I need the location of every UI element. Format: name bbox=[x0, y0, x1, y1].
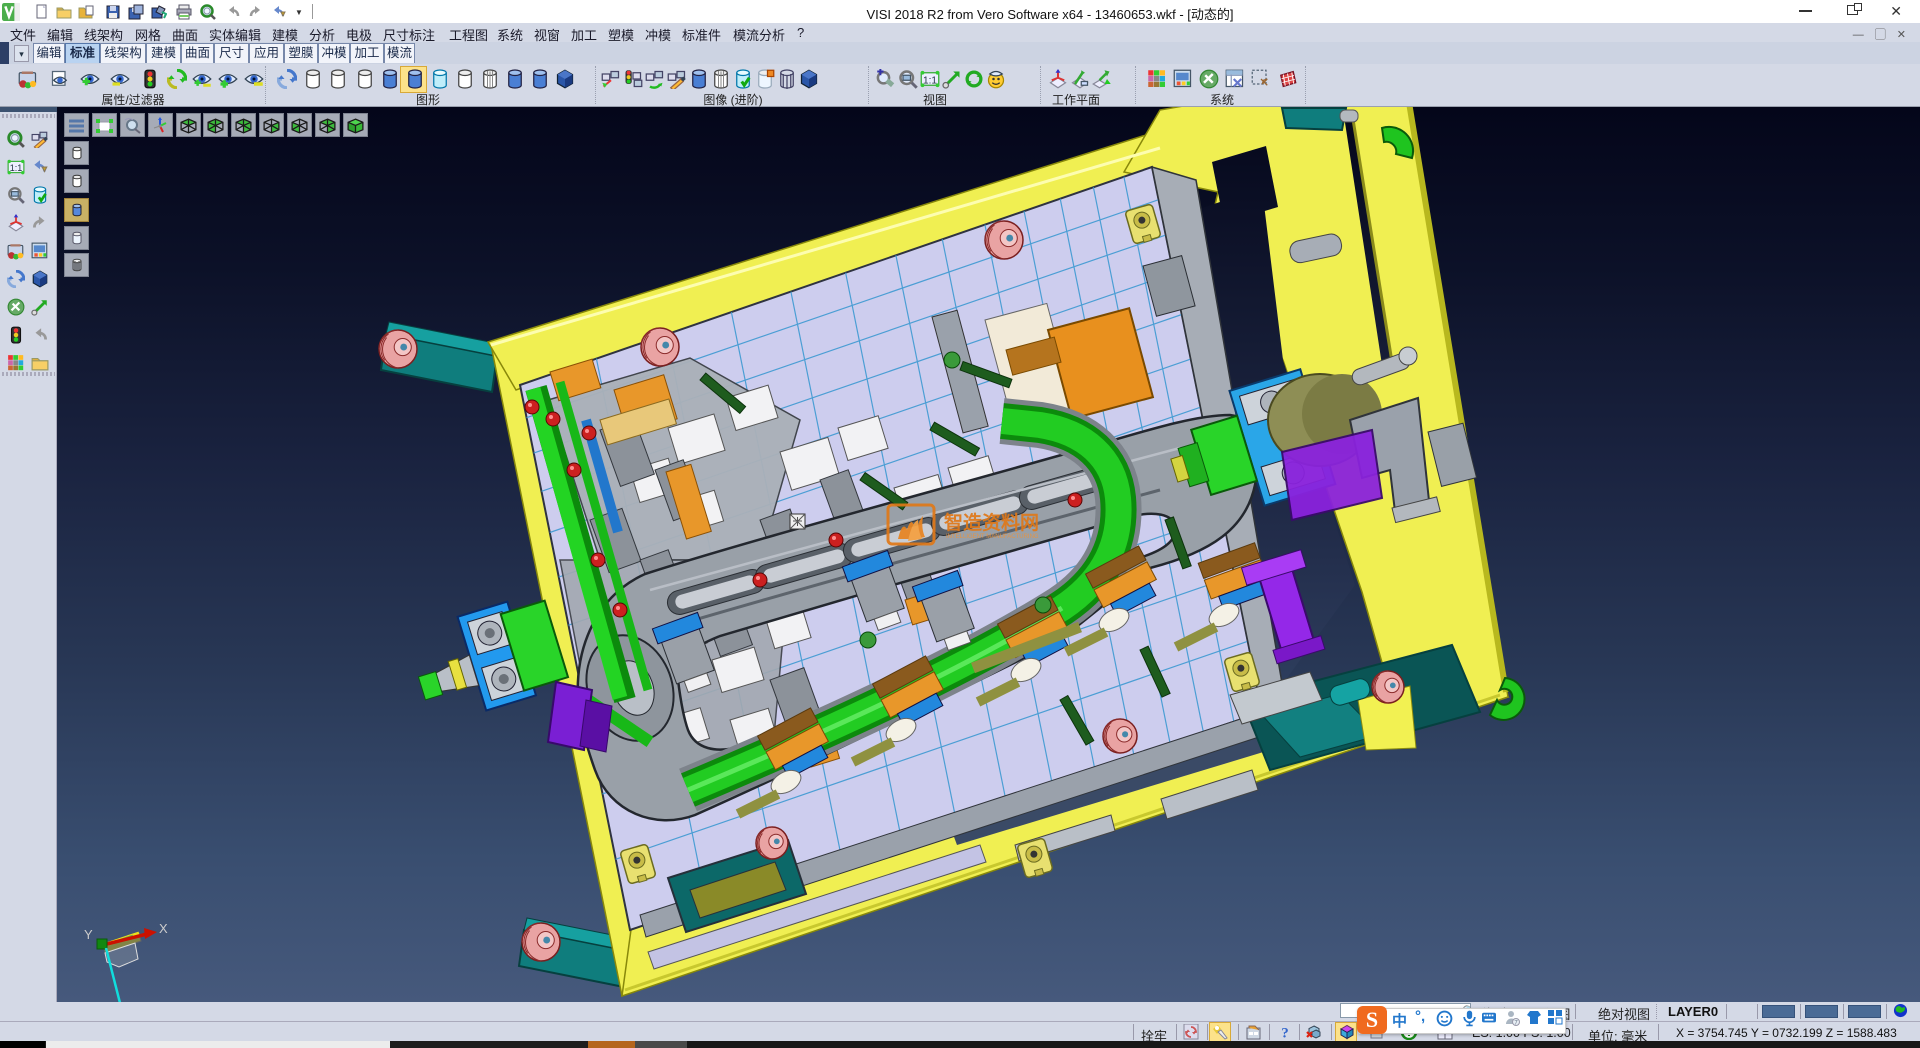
svg-text:Y: Y bbox=[84, 927, 93, 942]
svg-text:INTELLIGENT MANUFACTURING: INTELLIGENT MANUFACTURING bbox=[946, 534, 1039, 540]
svg-text:?: ? bbox=[1281, 1026, 1289, 1041]
svg-text:智造资料网: 智造资料网 bbox=[944, 511, 1039, 534]
svg-text:1:1: 1:1 bbox=[10, 163, 23, 173]
svg-text:1:1: 1:1 bbox=[923, 75, 937, 86]
svg-text:X: X bbox=[159, 921, 168, 936]
